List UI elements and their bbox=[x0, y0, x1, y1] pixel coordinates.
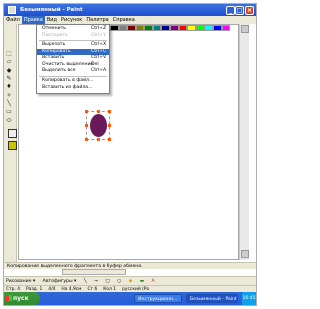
palette-yellow[interactable] bbox=[187, 25, 196, 31]
color-box bbox=[62, 269, 126, 275]
fill-icon[interactable]: ◆ bbox=[5, 67, 13, 74]
palette-olive[interactable] bbox=[135, 25, 145, 31]
fill-style-option-1[interactable] bbox=[8, 129, 17, 138]
paint-app-icon bbox=[8, 6, 16, 14]
maximize-button[interactable]: □ bbox=[235, 6, 244, 15]
minimize-button[interactable]: _ bbox=[226, 6, 235, 15]
palette-lime[interactable] bbox=[195, 25, 205, 31]
start-button[interactable]: пуск bbox=[4, 292, 40, 305]
palette-purple[interactable] bbox=[170, 25, 179, 31]
menu-item-redo: Повторить Ctrl+Y bbox=[42, 32, 106, 38]
drawing-toolbar: Рисование ▾ Автофигуры ▾ ╲ → □ ○ ◆ ▬ A bbox=[4, 276, 256, 285]
selection-handle[interactable] bbox=[85, 138, 88, 141]
menu-palette[interactable]: Палитра bbox=[84, 16, 110, 24]
menu-view[interactable]: Вид bbox=[45, 16, 59, 24]
eraser-icon[interactable]: ▱ bbox=[5, 58, 13, 65]
edit-menu-dropdown: Отменить Ctrl+Z Повторить Ctrl+Y Вырезать C… bbox=[36, 24, 110, 94]
menu-help[interactable]: Справка bbox=[111, 16, 137, 24]
line-icon[interactable]: ╲ bbox=[5, 100, 13, 107]
menu-item-paste-from-file[interactable]: Вставить из файла... bbox=[37, 85, 109, 92]
menu-bar: Файл Правка Вид Рисунок Палитра Справка bbox=[4, 16, 256, 24]
palette-maroon[interactable] bbox=[127, 25, 136, 31]
title-bar: Безымянный - Paint _ □ × bbox=[4, 4, 256, 16]
taskbar: пуск Инструкционн... Безымянный - Paint … bbox=[4, 292, 256, 305]
menu-item-select-all[interactable]: Выделить все Ctrl+A bbox=[37, 68, 109, 75]
system-tray: 16:45 bbox=[242, 292, 256, 305]
clock: 16:45 bbox=[242, 296, 256, 301]
selection-handle[interactable] bbox=[97, 138, 100, 141]
scroll-down-icon[interactable] bbox=[241, 250, 249, 258]
palette-black[interactable] bbox=[110, 25, 119, 31]
menu-file[interactable]: Файл bbox=[4, 16, 22, 24]
vertical-scrollbar[interactable] bbox=[239, 24, 249, 260]
free-select-icon[interactable]: ⬚ bbox=[5, 50, 13, 57]
ellipse-tool-icon[interactable]: ⬭ bbox=[5, 117, 13, 124]
menu-separator bbox=[39, 40, 107, 41]
drawn-ellipse bbox=[90, 114, 107, 137]
paint-status-bar: Копирование выделенного фрагмента в буфе… bbox=[4, 262, 256, 269]
fill-style-option-2[interactable] bbox=[8, 141, 17, 150]
selection-handle[interactable] bbox=[108, 110, 111, 113]
menu-separator bbox=[39, 75, 107, 77]
palette-cyan[interactable] bbox=[204, 25, 213, 31]
selection-handle[interactable] bbox=[85, 124, 88, 127]
palette-blue[interactable] bbox=[212, 25, 222, 31]
menu-edit[interactable]: Правка bbox=[21, 16, 45, 24]
scroll-up-icon[interactable] bbox=[241, 25, 249, 33]
palette-magenta[interactable] bbox=[221, 25, 231, 31]
taskbar-item-document[interactable]: Инструкционн... bbox=[134, 294, 182, 303]
selection-handle[interactable] bbox=[108, 138, 111, 141]
palette-teal[interactable] bbox=[152, 25, 162, 31]
pencil-icon[interactable]: ✎ bbox=[5, 75, 13, 82]
windows-logo-icon bbox=[6, 295, 12, 301]
palette-gray[interactable] bbox=[118, 25, 128, 31]
selection-handle[interactable] bbox=[97, 110, 100, 113]
selection-handle[interactable] bbox=[85, 110, 88, 113]
rectangle-icon[interactable]: ▭ bbox=[5, 108, 13, 115]
document-status-bar: Стр. 4 Разд. 1 4/4 На 4,9см Ст 6 Кол 1 русский… bbox=[4, 285, 256, 292]
brush-icon[interactable]: ♦ bbox=[5, 83, 13, 90]
menu-image[interactable]: Рисунок bbox=[59, 16, 84, 24]
close-button[interactable]: × bbox=[245, 6, 254, 15]
airbrush-icon[interactable]: ✧ bbox=[5, 92, 13, 99]
window-title: Безымянный - Paint bbox=[20, 7, 83, 13]
palette-green[interactable] bbox=[144, 25, 153, 31]
taskbar-item-paint[interactable]: Безымянный - Paint bbox=[186, 294, 238, 303]
palette-navy[interactable] bbox=[161, 25, 171, 31]
selection-handle[interactable] bbox=[108, 124, 111, 127]
color-palette bbox=[110, 25, 231, 31]
palette-red[interactable] bbox=[178, 25, 188, 31]
tool-box: ⬚ ▱ ◆ ✎ ♦ ✧ ╲ ▭ ⬭ bbox=[4, 24, 17, 269]
